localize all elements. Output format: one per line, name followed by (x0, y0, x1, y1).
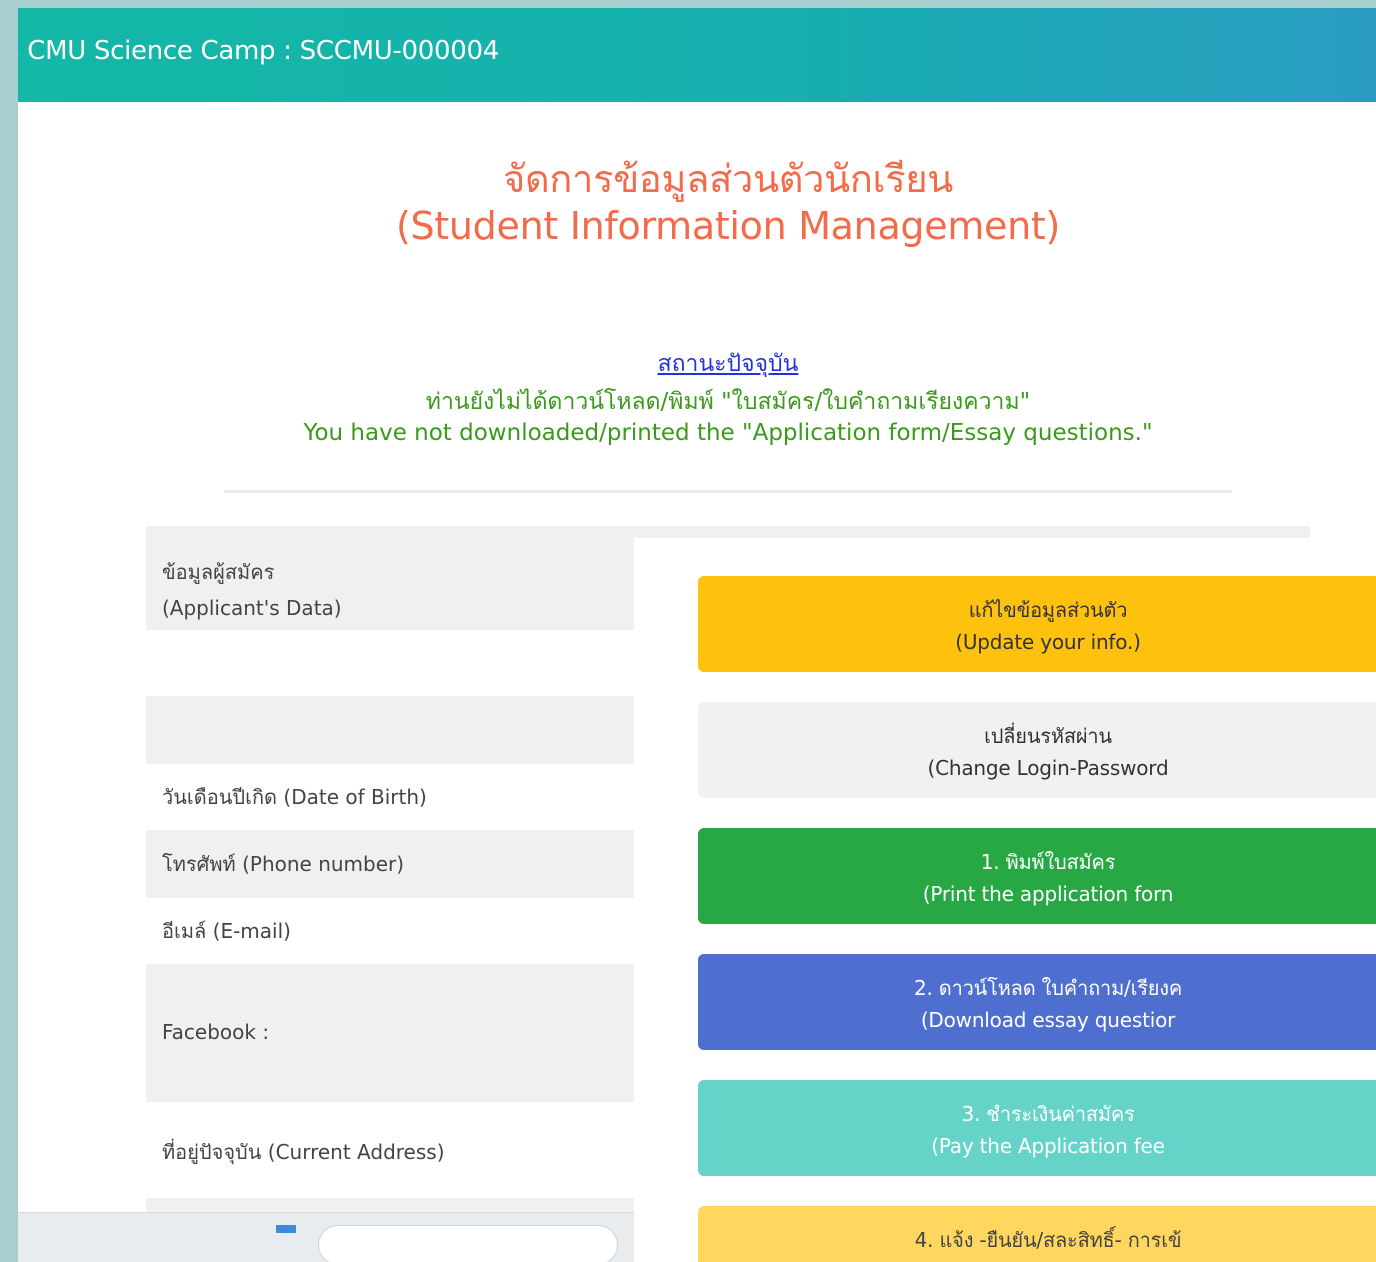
change-password-label-thai: เปลี่ยนรหัสผ่าน (984, 724, 1112, 748)
update-info-button[interactable]: แก้ไขข้อมูลส่วนตัว (Update your info.) (698, 576, 1376, 672)
download-essay-button[interactable]: 2. ดาวน์โหลด ใบคำถาม/เรียงค (Download es… (698, 954, 1376, 1050)
status-message-thai: ท่านยังไม่ได้ดาวน์โหลด/พิมพ์ "ใบสมัคร/ใบ… (425, 389, 1031, 415)
status-message-english: You have not downloaded/printed the "App… (303, 420, 1153, 446)
page-title-thai: จัดการข้อมูลส่วนตัวนักเรียน (503, 157, 953, 201)
print-application-label-english: (Print the application forn (922, 882, 1174, 906)
confirm-participation-label-thai: 4. แจ้ง -ยืนยัน/สละสิทธิ์- การเข้ (914, 1228, 1182, 1252)
update-info-label-english: (Update your info.) (955, 630, 1141, 654)
phone-number-row: โทรศัพท์ (Phone number) (146, 830, 634, 898)
pay-fee-label-thai: 3. ชำระเงินค่าสมัคร (961, 1102, 1135, 1126)
date-of-birth-label: วันเดือนปีเกิด (Date of Birth) (162, 785, 427, 809)
change-password-button[interactable]: เปลี่ยนรหัสผ่าน (Change Login-Password (698, 702, 1376, 798)
page-title-english: (Student Information Management) (395, 204, 1061, 248)
download-essay-label-english: (Download essay questior (920, 1008, 1176, 1032)
current-address-label: ที่อยู่ปัจจุบัน (Current Address) (162, 1140, 445, 1164)
date-of-birth-row: วันเดือนปีเกิด (Date of Birth) (146, 764, 634, 830)
applicant-section-row: ข้อมูลผู้สมัคร (Applicant's Data) (146, 538, 634, 630)
update-info-label-thai: แก้ไขข้อมูลส่วนตัว (968, 598, 1128, 622)
current-status-link[interactable]: สถานะปัจจุบัน (18, 346, 1376, 382)
phone-number-label: โทรศัพท์ (Phone number) (162, 852, 405, 876)
print-application-button[interactable]: 1. พิมพ์ใบสมัคร (Print the application f… (698, 828, 1376, 924)
email-label: อีเมล์ (E-mail) (162, 919, 291, 943)
app-title: s CMU Science Camp : SCCMU-000004 (18, 36, 499, 66)
title-bar: s CMU Science Camp : SCCMU-000004 (18, 8, 1376, 102)
pay-fee-button[interactable]: 3. ชำระเงินค่าสมัคร (Pay the Application… (698, 1080, 1376, 1176)
change-password-label-english: (Change Login-Password (927, 756, 1169, 780)
applicant-section-label-english: (Applicant's Data) (162, 596, 342, 620)
current-address-row: ที่อยู่ปัจจุบัน (Current Address) (146, 1102, 634, 1198)
confirm-participation-button[interactable]: 4. แจ้ง -ยืนยัน/สละสิทธิ์- การเข้ (698, 1206, 1376, 1262)
print-application-label-thai: 1. พิมพ์ใบสมัคร (980, 850, 1116, 874)
bottom-taskbar (18, 1212, 634, 1262)
action-panel: แก้ไขข้อมูลส่วนตัว (Update your info.) เ… (634, 538, 1376, 1262)
download-essay-label-thai: 2. ดาวน์โหลด ใบคำถาม/เรียงค (913, 976, 1183, 1000)
window-icon[interactable] (276, 1225, 296, 1233)
app-window: s CMU Science Camp : SCCMU-000004 จัดการ… (18, 8, 1376, 1262)
section-divider (224, 490, 1232, 493)
applicant-name-row (146, 696, 634, 764)
taskbar-search-box[interactable] (318, 1225, 618, 1262)
facebook-row: Facebook : (146, 964, 634, 1102)
facebook-label: Facebook : (162, 1020, 270, 1044)
applicant-section-label-thai: ข้อมูลผู้สมัคร (162, 560, 275, 584)
pay-fee-label-english: (Pay the Application fee (931, 1134, 1165, 1158)
info-panel-header (146, 526, 1310, 538)
email-row: อีเมล์ (E-mail) (146, 898, 634, 964)
